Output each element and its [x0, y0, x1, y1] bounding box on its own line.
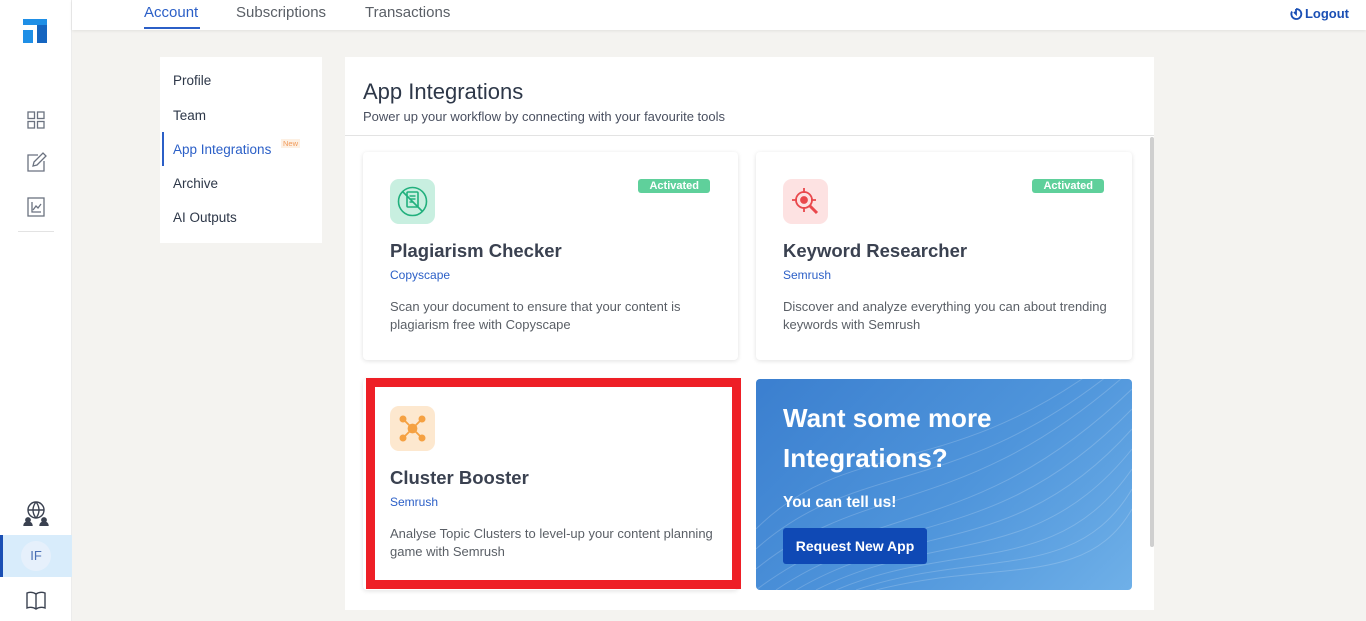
logout-button[interactable]: Logout — [1289, 6, 1349, 21]
menu-item-team[interactable]: Team — [173, 108, 206, 123]
cluster-network-icon — [390, 406, 435, 451]
app-name: Keyword Researcher — [783, 240, 968, 261]
app-description: Analyse Topic Clusters to level-up your … — [390, 526, 713, 559]
left-rail: IF — [0, 0, 72, 621]
page-subtitle: Power up your workflow by connecting wit… — [363, 109, 726, 124]
keyword-target-icon — [783, 179, 828, 224]
book-icon[interactable] — [24, 588, 48, 612]
status-badge: Activated — [638, 179, 710, 193]
app-card-cluster-booster[interactable]: Cluster Booster Semrush Analyse Topic Cl… — [363, 379, 738, 590]
status-badge: Activated — [1032, 179, 1104, 193]
tab-subscriptions[interactable]: Subscriptions — [236, 4, 326, 21]
menu-item-ai-outputs[interactable]: AI Outputs — [173, 210, 237, 225]
menu-item-profile[interactable]: Profile — [173, 73, 211, 88]
promo-title: Want some more Integrations? — [783, 403, 992, 473]
app-vendor: Copyscape — [390, 268, 451, 282]
account-avatar-row[interactable]: IF — [0, 535, 72, 577]
app-description: Discover and analyze everything you can … — [783, 299, 1107, 332]
app-card-plagiarism-checker[interactable]: Activated Plagiarism Checker Copyscape S… — [363, 152, 738, 360]
header-divider — [345, 135, 1154, 136]
app-description: Scan your document to ensure that your c… — [390, 299, 681, 332]
app-name: Plagiarism Checker — [390, 240, 562, 261]
app-card-keyword-researcher[interactable]: Activated Keyword Researcher Semrush Dis… — [756, 152, 1132, 360]
logo-icon[interactable] — [23, 19, 47, 43]
analytics-chart-icon[interactable] — [24, 195, 48, 219]
scrollbar[interactable] — [1150, 137, 1154, 547]
active-tab-indicator — [144, 27, 200, 29]
menu-item-app-integrations[interactable]: App Integrations — [173, 142, 271, 157]
logout-icon — [1290, 7, 1303, 20]
request-new-app-button[interactable]: Request New App — [783, 528, 927, 564]
promo-subtitle: You can tell us! — [783, 494, 897, 511]
edit-document-icon[interactable] — [24, 151, 48, 175]
active-menu-indicator — [162, 132, 164, 166]
new-badge: New — [281, 139, 301, 148]
menu-item-archive[interactable]: Archive — [173, 176, 218, 191]
settings-menu: Profile Team App Integrations New Archiv… — [160, 57, 322, 243]
community-globe-icon[interactable] — [22, 499, 50, 527]
page-title: App Integrations — [363, 79, 524, 104]
rail-divider — [18, 231, 54, 232]
plagiarism-document-icon — [390, 179, 435, 224]
tab-account[interactable]: Account — [144, 4, 198, 21]
request-integration-card: Want some more Integrations? You can tel… — [756, 379, 1132, 590]
dashboard-grid-icon[interactable] — [24, 108, 48, 132]
app-vendor: Semrush — [783, 268, 832, 282]
avatar[interactable]: IF — [21, 541, 51, 571]
tab-transactions[interactable]: Transactions — [365, 4, 450, 21]
top-bar: Account Subscriptions Transactions Logou… — [72, 0, 1366, 30]
logout-label: Logout — [1304, 6, 1349, 21]
app-name: Cluster Booster — [390, 467, 529, 488]
app-vendor: Semrush — [390, 495, 439, 509]
